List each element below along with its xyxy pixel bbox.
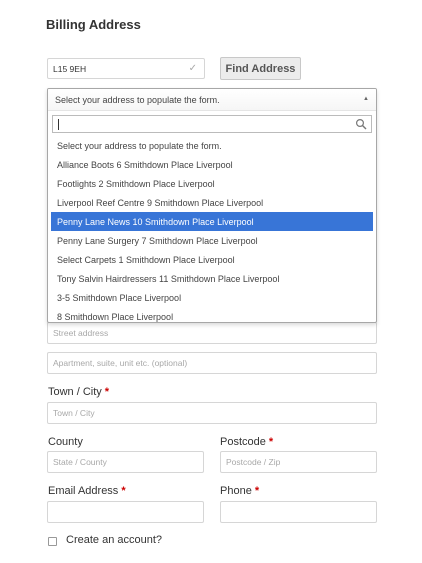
town-input[interactable]: Town / City — [47, 402, 377, 424]
apartment-placeholder: Apartment, suite, unit etc. (optional) — [53, 358, 188, 368]
address-select-dropdown[interactable]: Select your address to populate the form… — [47, 88, 377, 323]
email-input[interactable] — [47, 501, 204, 523]
phone-input[interactable] — [220, 501, 377, 523]
address-search-input[interactable] — [52, 115, 372, 133]
address-options-list: Select your address to populate the form… — [48, 136, 376, 322]
address-option[interactable]: Penny Lane Surgery 7 Smithdown Place Liv… — [48, 231, 376, 250]
address-option[interactable]: Select Carpets 1 Smithdown Place Liverpo… — [48, 250, 376, 269]
search-icon — [355, 118, 367, 130]
address-select-current[interactable]: Select your address to populate the form… — [48, 89, 376, 111]
postcode-input[interactable]: Postcode / Zip — [220, 451, 377, 473]
create-account-checkbox[interactable] — [48, 537, 57, 546]
address-option[interactable]: 8 Smithdown Place Liverpool — [48, 307, 376, 322]
caret-up-icon: ▲ — [363, 96, 369, 102]
address-option[interactable]: 3-5 Smithdown Place Liverpool — [48, 288, 376, 307]
street-address-placeholder: Street address — [53, 328, 109, 338]
county-label: County — [48, 436, 83, 448]
text-cursor — [58, 119, 59, 130]
apartment-input[interactable]: Apartment, suite, unit etc. (optional) — [47, 352, 377, 374]
billing-address-title: Billing Address — [46, 17, 141, 32]
county-input[interactable]: State / County — [47, 451, 204, 473]
county-placeholder: State / County — [53, 457, 107, 467]
postcode-placeholder: Postcode / Zip — [226, 457, 281, 467]
town-label: Town / City * — [48, 386, 110, 398]
create-account-label[interactable]: Create an account? — [66, 534, 162, 546]
postcode-lookup-value: L15 9EH — [53, 63, 87, 74]
street-address-input[interactable]: Street address — [47, 322, 377, 344]
phone-label: Phone * — [220, 485, 260, 497]
address-option[interactable]: Tony Salvin Hairdressers 11 Smithdown Pl… — [48, 269, 376, 288]
address-option[interactable]: Liverpool Reef Centre 9 Smithdown Place … — [48, 193, 376, 212]
address-option[interactable]: Alliance Boots 6 Smithdown Place Liverpo… — [48, 155, 376, 174]
address-option[interactable]: Footlights 2 Smithdown Place Liverpool — [48, 174, 376, 193]
town-placeholder: Town / City — [53, 408, 95, 418]
find-address-button[interactable]: Find Address — [220, 57, 301, 80]
address-option[interactable]: Select your address to populate the form… — [48, 136, 376, 155]
postcode-lookup-input[interactable]: L15 9EH ✓ — [47, 58, 205, 79]
postcode-label: Postcode * — [220, 436, 274, 448]
email-label: Email Address * — [48, 485, 126, 497]
address-option[interactable]: Penny Lane News 10 Smithdown Place Liver… — [51, 212, 373, 231]
checkmark-icon: ✓ — [188, 63, 197, 74]
